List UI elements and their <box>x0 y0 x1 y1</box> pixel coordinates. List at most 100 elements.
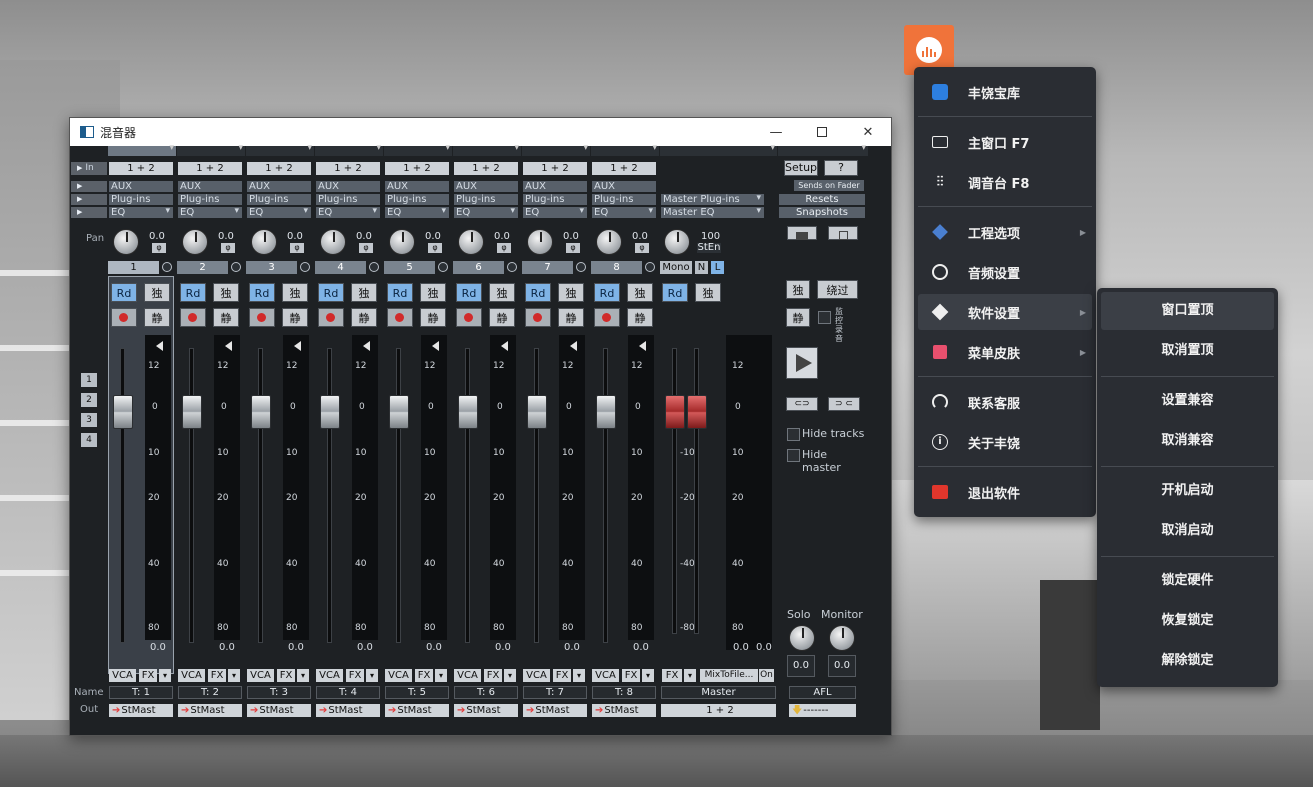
volume-fader[interactable] <box>251 395 271 429</box>
vca-button[interactable]: VCA <box>247 669 274 682</box>
in-row-label[interactable]: In <box>71 162 107 175</box>
mute-button[interactable]: 静 <box>627 308 653 327</box>
master-mono-button[interactable]: Mono <box>660 261 692 274</box>
channel-number[interactable]: 8 <box>591 261 642 274</box>
track-name[interactable]: T: 2 <box>178 686 242 699</box>
aux-slot[interactable]: AUX <box>247 181 311 192</box>
pan-knob[interactable] <box>320 229 346 255</box>
resets-button[interactable]: Resets <box>779 194 865 205</box>
channel-header[interactable] <box>177 143 245 156</box>
track-output[interactable]: ➔StMast <box>385 704 449 717</box>
channel-input[interactable]: 1 + 2 <box>316 162 380 175</box>
plugins-slot[interactable]: Plug-ins <box>385 194 449 205</box>
phase-button[interactable]: φ <box>290 243 304 253</box>
submenu-cancel-autostart[interactable]: 取消启动 <box>1101 512 1274 550</box>
master-fx-dropdown[interactable]: ▾ <box>684 669 696 682</box>
master-st-en[interactable]: StEn <box>697 243 721 253</box>
channel-header[interactable] <box>246 143 314 156</box>
afl-output[interactable]: 🡇------- <box>789 704 856 717</box>
solo-button[interactable]: 独 <box>558 283 584 302</box>
track-output[interactable]: ➔StMast <box>109 704 173 717</box>
menu-item-main-window[interactable]: 主窗口 F7 <box>918 124 1092 160</box>
menu-item-exit[interactable]: 退出软件 <box>918 474 1092 510</box>
channel-select-dot[interactable] <box>300 262 310 272</box>
bypass-button[interactable]: 绕过 <box>817 280 858 299</box>
aux-row-toggle[interactable] <box>71 181 107 192</box>
channel-select-dot[interactable] <box>645 262 655 272</box>
master-plugins-slot[interactable]: Master Plug-ins <box>661 193 764 205</box>
hide-master-checkbox[interactable] <box>787 449 800 462</box>
fx-button[interactable]: FX <box>622 669 640 682</box>
channel-number[interactable]: 3 <box>246 261 297 274</box>
aux-slot[interactable]: AUX <box>316 181 380 192</box>
fx-dropdown[interactable]: ▾ <box>642 669 654 682</box>
eq-slot[interactable]: EQ <box>592 206 656 218</box>
group-button-3[interactable]: 3 <box>81 413 97 427</box>
master-fx-button[interactable]: FX <box>662 669 682 682</box>
channel-input[interactable]: 1 + 2 <box>454 162 518 175</box>
volume-fader[interactable] <box>458 395 478 429</box>
channel-input[interactable]: 1 + 2 <box>523 162 587 175</box>
plugins-slot[interactable]: Plug-ins <box>523 194 587 205</box>
vca-button[interactable]: VCA <box>316 669 343 682</box>
maximize-button[interactable] <box>799 118 845 146</box>
eq-row-toggle[interactable] <box>71 207 107 218</box>
channel-header[interactable] <box>108 143 176 156</box>
fx-button[interactable]: FX <box>484 669 502 682</box>
track-name[interactable]: T: 5 <box>385 686 449 699</box>
master-fader-right[interactable] <box>687 395 707 429</box>
volume-fader[interactable] <box>527 395 547 429</box>
channel-select-dot[interactable] <box>507 262 517 272</box>
hide-tracks-checkbox[interactable] <box>787 428 800 441</box>
mute-button[interactable]: 静 <box>558 308 584 327</box>
phase-button[interactable]: φ <box>221 243 235 253</box>
submenu-restore-lock[interactable]: 恢复锁定 <box>1101 602 1274 640</box>
submenu-cancel-compat[interactable]: 取消兼容 <box>1101 422 1274 460</box>
phase-button[interactable]: φ <box>566 243 580 253</box>
track-name[interactable]: T: 8 <box>592 686 656 699</box>
track-output[interactable]: ➔StMast <box>247 704 311 717</box>
eq-slot[interactable]: EQ <box>316 206 380 218</box>
global-mute-button[interactable]: 静 <box>786 308 810 327</box>
save-snapshot-button[interactable] <box>828 226 858 240</box>
vca-button[interactable]: VCA <box>523 669 550 682</box>
aux-slot[interactable]: AUX <box>178 181 242 192</box>
solo-level-knob[interactable] <box>789 625 815 651</box>
mute-button[interactable]: 静 <box>489 308 515 327</box>
group-button-4[interactable]: 4 <box>81 433 97 447</box>
channel-input[interactable]: 1 + 2 <box>109 162 173 175</box>
channel-number[interactable]: 6 <box>453 261 504 274</box>
plugins-slot[interactable]: Plug-ins <box>454 194 518 205</box>
mute-button[interactable]: 静 <box>420 308 446 327</box>
menu-item-mixer[interactable]: ⫶⫶ 调音台 F8 <box>918 164 1092 200</box>
menu-item-menu-skin[interactable]: 菜单皮肤 ▶ <box>918 334 1092 370</box>
afl-button[interactable]: AFL <box>789 686 856 699</box>
plugins-slot[interactable]: Plug-ins <box>109 194 173 205</box>
read-automation-button[interactable]: Rd <box>387 283 413 302</box>
master-eq-slot[interactable]: Master EQ <box>661 206 764 218</box>
fx-dropdown[interactable]: ▾ <box>297 669 309 682</box>
solo-button[interactable]: 独 <box>489 283 515 302</box>
channel-number[interactable]: 7 <box>522 261 573 274</box>
menu-item-library[interactable]: 丰饶宝库 <box>918 74 1092 110</box>
volume-fader[interactable] <box>113 395 133 429</box>
master-fader-left[interactable] <box>665 395 685 429</box>
setup-button[interactable]: Setup <box>784 160 818 176</box>
fx-button[interactable]: FX <box>277 669 295 682</box>
track-name[interactable]: T: 3 <box>247 686 311 699</box>
solo-button[interactable]: 独 <box>627 283 653 302</box>
monitor-level-knob[interactable] <box>829 625 855 651</box>
vca-button[interactable]: VCA <box>385 669 412 682</box>
channel-header[interactable] <box>591 143 659 156</box>
track-name[interactable]: T: 1 <box>109 686 173 699</box>
submenu-unlock[interactable]: 解除锁定 <box>1101 642 1274 680</box>
master-pan-knob[interactable] <box>664 229 690 255</box>
vca-button[interactable]: VCA <box>109 669 136 682</box>
master-l-button[interactable]: L <box>711 261 724 274</box>
sends-on-fader-button[interactable]: Sends on Fader <box>794 180 864 191</box>
record-arm-button[interactable] <box>180 308 206 327</box>
play-button[interactable] <box>786 347 818 379</box>
fx-button[interactable]: FX <box>208 669 226 682</box>
pan-knob[interactable] <box>596 229 622 255</box>
master-name[interactable]: Master <box>661 686 776 699</box>
